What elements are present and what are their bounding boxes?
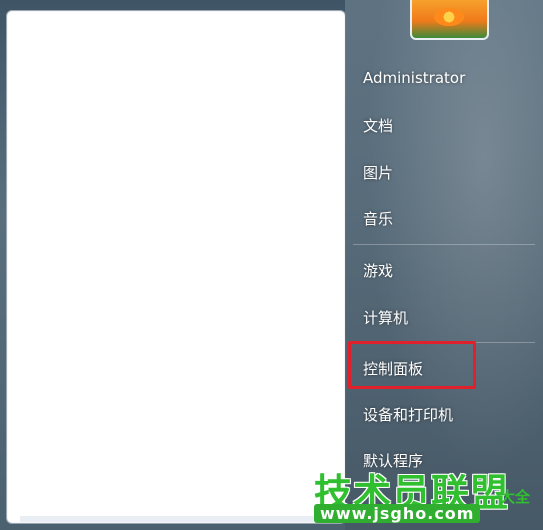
watermark-side-text: 大全 bbox=[500, 488, 531, 506]
menu-item-documents[interactable]: 文档 bbox=[363, 116, 393, 136]
menu-separator bbox=[353, 244, 535, 245]
menu-item-computer[interactable]: 计算机 bbox=[363, 308, 408, 328]
start-menu-window: Administrator 文档 图片 音乐 游戏 计算机 控制面板 设备和打印… bbox=[0, 0, 543, 530]
flower-icon bbox=[434, 8, 464, 26]
programs-pane-footer bbox=[20, 516, 320, 522]
menu-item-pictures[interactable]: 图片 bbox=[363, 163, 393, 183]
menu-item-user[interactable]: Administrator bbox=[363, 68, 465, 88]
menu-item-games[interactable]: 游戏 bbox=[363, 261, 393, 281]
programs-pane bbox=[6, 10, 346, 524]
watermark-url: www.jsgho.com bbox=[314, 504, 481, 523]
highlight-box bbox=[348, 341, 476, 389]
user-avatar[interactable] bbox=[410, 0, 489, 40]
menu-item-music[interactable]: 音乐 bbox=[363, 209, 393, 229]
watermark: 技术员联盟 大全 www.jsgho.com bbox=[312, 462, 543, 530]
menu-item-devices-printers[interactable]: 设备和打印机 bbox=[363, 405, 453, 425]
